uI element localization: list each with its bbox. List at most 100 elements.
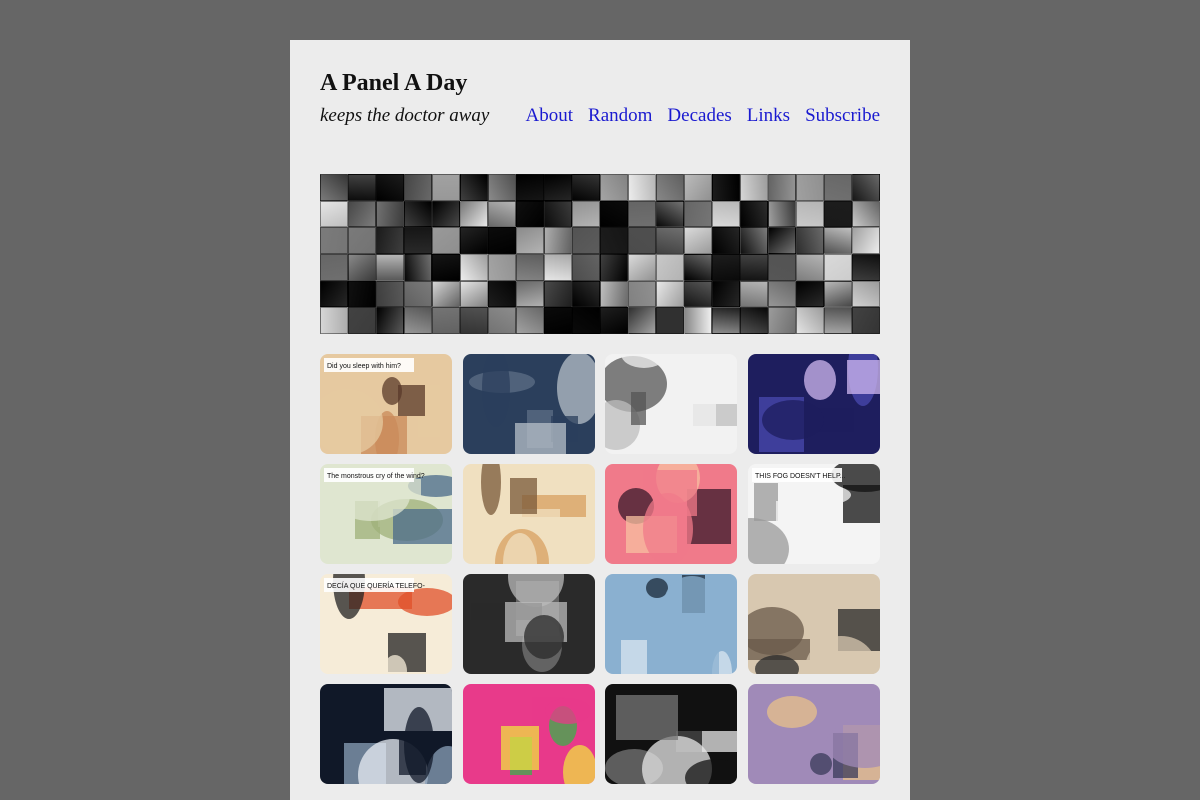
collage-tile [404,174,432,201]
panel-thumb-11[interactable] [605,574,738,674]
collage-tile [600,200,628,228]
collage-tile [460,253,488,281]
panel-thumb-5[interactable]: The monstrous cry of the wind? [320,464,452,564]
collage-tile [404,227,432,254]
panel-art: Did you sleep with him? [320,354,452,454]
panel-thumb-12[interactable] [747,574,880,674]
collage-tile [544,307,572,334]
panel-thumb-2[interactable] [462,354,595,454]
collage-tile [348,174,376,201]
collage-tile [740,227,768,254]
collage-tile [740,253,768,281]
panel-thumb-1[interactable]: Did you sleep with him? [320,354,452,454]
collage-tile [600,174,628,201]
panel-thumb-6[interactable] [462,464,595,564]
panel-thumb-3[interactable] [605,354,738,454]
collage-tile [348,253,376,281]
collage-tile [432,307,460,334]
site-title[interactable]: A Panel A Day [320,68,467,98]
collage-tile [600,253,628,281]
collage-tile [460,174,488,201]
collage-tile [824,307,852,334]
collage-tile [684,307,712,334]
collage-tile [824,253,852,281]
collage-tile [516,200,544,228]
collage-tile [320,227,348,254]
panel-caption: THIS FOG DOESN'T HELP... [755,473,846,480]
collage-tile [852,174,880,201]
panel-art [462,684,595,784]
panel-thumb-9[interactable]: DECÍA QUE QUERÍA TELEFO- [320,574,452,674]
collage-tile [348,227,376,254]
panel-thumb-8[interactable]: THIS FOG DOESN'T HELP... [747,464,880,564]
collage-tile [684,227,712,254]
collage-tile [488,253,516,281]
collage-tile [544,174,572,201]
collage-tile [768,253,796,281]
panel-thumb-13[interactable] [320,684,452,784]
panel-thumb-14[interactable] [462,684,595,784]
panel-art [605,574,738,674]
panel-thumb-16[interactable] [747,684,880,784]
nav-decades[interactable]: Decades [667,104,731,128]
collage-tile [684,174,712,201]
collage-tile [376,227,404,254]
collage-tile [852,200,880,228]
collage-tile [824,227,852,254]
collage-tile [320,307,348,334]
collage-tile [712,307,740,334]
panel-art [747,574,880,674]
panel-thumb-15[interactable] [605,684,738,784]
collage-tile [628,280,656,308]
nav-about[interactable]: About [526,104,574,128]
collage-tile [628,307,656,334]
collage-tile [404,200,432,228]
panel-thumb-10[interactable] [462,574,595,674]
collage-tile [544,227,572,254]
collage-tile [432,253,460,281]
collage-tile [488,227,516,254]
nav-subscribe[interactable]: Subscribe [805,104,880,128]
panel-thumb-7[interactable] [605,464,738,564]
panel-art [747,684,880,784]
panel-art [747,354,880,454]
collage-tile [712,227,740,254]
collage-tile [684,280,712,308]
collage-tile [376,174,404,201]
collage-tile [628,253,656,281]
nav-links[interactable]: Links [747,104,790,128]
collage-tile [852,253,880,281]
collage-tile [460,200,488,228]
collage-tile [768,174,796,201]
collage-tile [656,307,684,334]
collage-tile [796,307,824,334]
collage-tile [488,280,516,308]
collage-tile [824,174,852,201]
collage-tile [768,200,796,228]
collage-tile [740,280,768,308]
collage-tile [348,200,376,228]
collage-tile [320,280,348,308]
collage-tile [488,200,516,228]
collage-tile [712,253,740,281]
collage-tile [488,174,516,201]
panel-art [605,354,738,454]
collage-tile [712,174,740,201]
collage-tile [544,253,572,281]
panel-thumb-4[interactable] [747,354,880,454]
collage-tile [376,280,404,308]
panel-art [605,684,738,784]
panel-grid: Did you sleep with him? The monstrous cry… [320,354,880,784]
collage-tile [628,174,656,201]
collage-tile [852,307,880,334]
collage-tile [572,253,600,281]
panel-caption: The monstrous cry of the wind? [327,473,425,480]
collage-tile [348,280,376,308]
panel-art [462,354,595,454]
collage-tile [656,253,684,281]
collage-banner [320,174,880,334]
main-nav: About Random Decades Links Subscribe [526,104,880,128]
collage-tile [684,253,712,281]
nav-random[interactable]: Random [588,104,652,128]
collage-tile [768,227,796,254]
